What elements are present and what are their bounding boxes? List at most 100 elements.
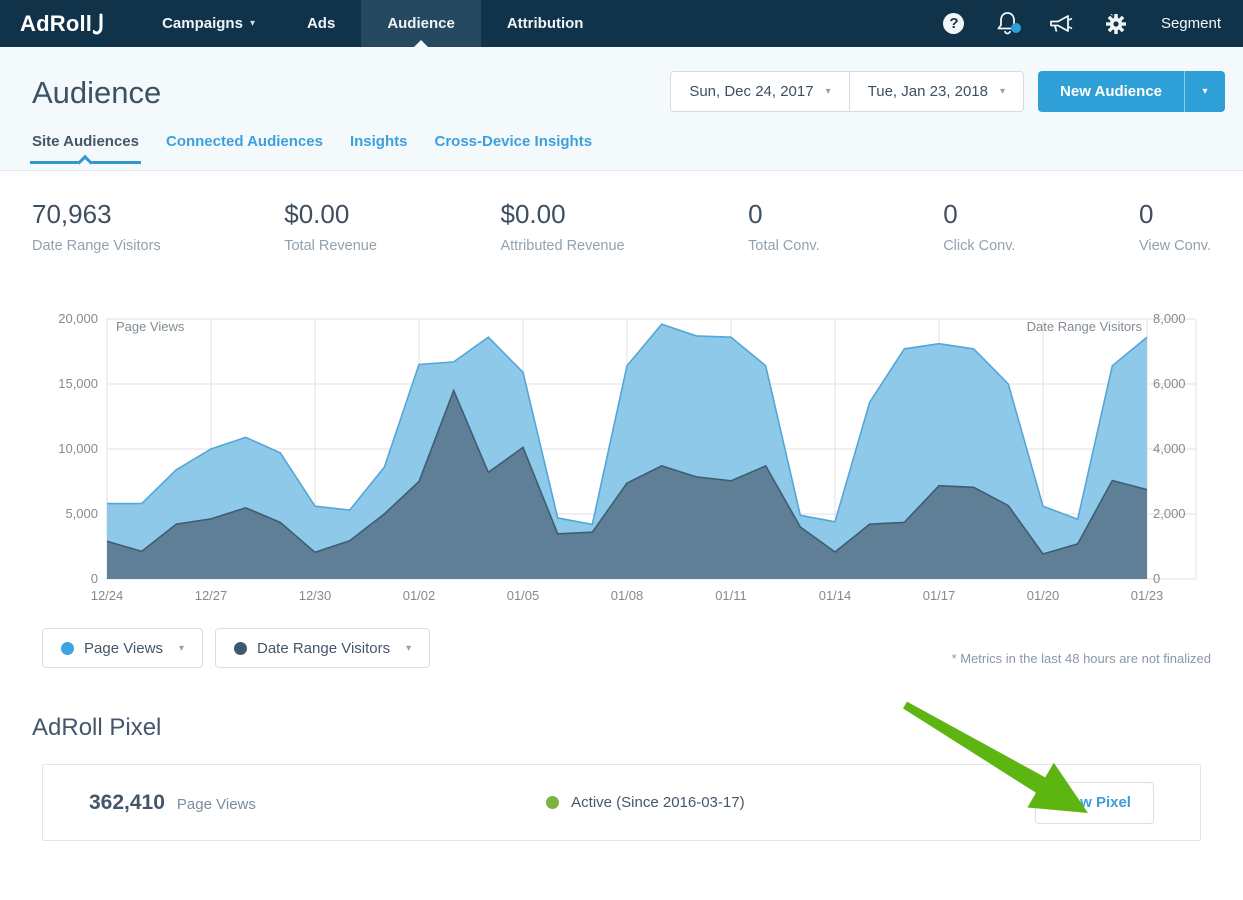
new-audience-split-button: New Audience ▾ xyxy=(1038,71,1225,112)
nav-item-label: Audience xyxy=(387,15,455,32)
account-segment-label[interactable]: Segment xyxy=(1161,15,1221,32)
svg-text:Page Views: Page Views xyxy=(116,319,185,334)
stat-label: Attributed Revenue xyxy=(500,238,624,254)
page-views-series-dot xyxy=(61,642,74,655)
svg-text:01/11: 01/11 xyxy=(715,588,747,603)
chevron-down-icon: ▾ xyxy=(406,643,411,654)
svg-text:4,000: 4,000 xyxy=(1153,441,1186,456)
end-date-dropdown[interactable]: Tue, Jan 23, 2018 ▾ xyxy=(849,72,1023,111)
megaphone-glyph xyxy=(1049,13,1074,35)
svg-text:12/24: 12/24 xyxy=(91,588,124,603)
stat-label: Total Conv. xyxy=(748,238,819,254)
pixel-page-views-value: 362,410 xyxy=(89,791,165,815)
start-date-dropdown[interactable]: Sun, Dec 24, 2017 ▾ xyxy=(671,72,848,111)
tab-insights[interactable]: Insights xyxy=(350,133,408,164)
legend-dropdown-page-views[interactable]: Page Views ▾ xyxy=(42,628,203,668)
pixel-page-views-label: Page Views xyxy=(177,796,256,813)
end-date-value: Tue, Jan 23, 2018 xyxy=(868,83,988,100)
adroll-logo-text: AdRoll xyxy=(20,11,92,37)
page-title: Audience xyxy=(32,75,161,111)
legend-label: Page Views xyxy=(84,640,163,657)
svg-text:20,000: 20,000 xyxy=(58,311,98,326)
svg-text:0: 0 xyxy=(1153,571,1160,586)
tab-label: Insights xyxy=(350,133,408,150)
nav-item-label: Attribution xyxy=(507,15,584,32)
stat-value: 0 xyxy=(1139,199,1211,230)
nav-item-attribution[interactable]: Attribution xyxy=(481,0,610,47)
chevron-down-icon: ▾ xyxy=(179,643,184,654)
new-audience-button[interactable]: New Audience xyxy=(1038,71,1184,112)
summary-stats-row: 70,963 Date Range Visitors $0.00 Total R… xyxy=(0,171,1243,254)
help-glyph: ? xyxy=(943,13,964,34)
svg-text:6,000: 6,000 xyxy=(1153,376,1186,391)
svg-text:2,000: 2,000 xyxy=(1153,506,1186,521)
nav-item-label: Ads xyxy=(307,15,335,32)
svg-text:Date Range Visitors: Date Range Visitors xyxy=(1027,319,1143,334)
svg-text:8,000: 8,000 xyxy=(1153,311,1186,326)
date-range-picker: Sun, Dec 24, 2017 ▾ Tue, Jan 23, 2018 ▾ xyxy=(670,71,1024,112)
svg-text:01/14: 01/14 xyxy=(819,588,852,603)
svg-text:12/30: 12/30 xyxy=(299,588,332,603)
stat-view-conv: 0 View Conv. xyxy=(1139,199,1211,254)
adroll-pixel-heading: AdRoll Pixel xyxy=(32,714,1211,742)
stat-attributed-revenue: $0.00 Attributed Revenue xyxy=(500,199,624,254)
header-controls: Sun, Dec 24, 2017 ▾ Tue, Jan 23, 2018 ▾ … xyxy=(670,71,1225,112)
nav-item-campaigns[interactable]: Campaigns ▾ xyxy=(136,0,281,47)
stat-label: View Conv. xyxy=(1139,238,1211,254)
svg-text:15,000: 15,000 xyxy=(58,376,98,391)
stat-value: 0 xyxy=(943,199,1015,230)
stat-label: Total Revenue xyxy=(284,238,377,254)
legend-row: Page Views ▾ Date Range Visitors ▾ * Met… xyxy=(42,628,1211,668)
svg-text:01/02: 01/02 xyxy=(403,588,436,603)
gear-glyph xyxy=(1105,13,1127,35)
svg-text:01/20: 01/20 xyxy=(1027,588,1060,603)
adroll-logo[interactable]: AdRoll xyxy=(0,0,136,47)
date-range-visitors-series-dot xyxy=(234,642,247,655)
stat-label: Date Range Visitors xyxy=(32,238,161,254)
tab-label: Connected Audiences xyxy=(166,133,323,150)
svg-text:5,000: 5,000 xyxy=(65,506,98,521)
active-tab-notch xyxy=(78,155,94,171)
chevron-down-icon: ▾ xyxy=(250,18,255,29)
notifications-bell-icon[interactable] xyxy=(981,11,1035,36)
stat-value: 0 xyxy=(748,199,819,230)
pixel-status: Active (Since 2016-03-17) xyxy=(546,794,744,811)
tab-cross-device-insights[interactable]: Cross-Device Insights xyxy=(434,133,592,164)
audience-tabs: Site Audiences Connected Audiences Insig… xyxy=(32,133,1225,164)
help-icon[interactable]: ? xyxy=(927,13,981,34)
nav-item-label: Campaigns xyxy=(162,15,243,32)
nav-item-audience[interactable]: Audience xyxy=(361,0,481,47)
status-text: Active (Since 2016-03-17) xyxy=(571,794,744,811)
stat-click-conv: 0 Click Conv. xyxy=(943,199,1015,254)
svg-text:01/17: 01/17 xyxy=(923,588,956,603)
stat-value: $0.00 xyxy=(284,199,377,230)
page-header: Audience Sun, Dec 24, 2017 ▾ Tue, Jan 23… xyxy=(0,47,1243,171)
svg-text:01/05: 01/05 xyxy=(507,588,540,603)
traffic-area-chart: 05,00010,00015,00020,00002,0004,0006,000… xyxy=(0,304,1243,614)
view-pixel-button[interactable]: View Pixel xyxy=(1035,782,1154,824)
chevron-down-icon: ▾ xyxy=(826,86,831,97)
tab-site-audiences[interactable]: Site Audiences xyxy=(32,133,139,164)
adroll-logo-curl-icon xyxy=(93,11,106,38)
legend-dropdown-date-range-visitors[interactable]: Date Range Visitors ▾ xyxy=(215,628,430,668)
stat-total-revenue: $0.00 Total Revenue xyxy=(284,199,377,254)
traffic-chart-container: 05,00010,00015,00020,00002,0004,0006,000… xyxy=(0,304,1243,614)
start-date-value: Sun, Dec 24, 2017 xyxy=(689,83,813,100)
svg-text:10,000: 10,000 xyxy=(58,441,98,456)
announcements-megaphone-icon[interactable] xyxy=(1035,13,1089,35)
settings-gear-icon[interactable] xyxy=(1089,13,1143,35)
metrics-footnote: * Metrics in the last 48 hours are not f… xyxy=(952,651,1211,668)
stat-value: $0.00 xyxy=(500,199,624,230)
chevron-down-icon: ▾ xyxy=(1000,86,1005,97)
notification-badge-dot xyxy=(1011,23,1021,33)
nav-right-icons: ? xyxy=(927,0,1243,47)
adroll-pixel-card: 362,410 Page Views Active (Since 2016-03… xyxy=(42,764,1201,841)
nav-items: Campaigns ▾ Ads Audience Attribution xyxy=(136,0,609,47)
top-navbar: AdRoll Campaigns ▾ Ads Audience Attribut… xyxy=(0,0,1243,47)
nav-item-ads[interactable]: Ads xyxy=(281,0,361,47)
stat-value: 70,963 xyxy=(32,199,161,230)
tab-connected-audiences[interactable]: Connected Audiences xyxy=(166,133,323,164)
new-audience-caret-button[interactable]: ▾ xyxy=(1184,71,1225,112)
pixel-page-views: 362,410 Page Views xyxy=(89,791,256,815)
svg-text:01/23: 01/23 xyxy=(1131,588,1164,603)
